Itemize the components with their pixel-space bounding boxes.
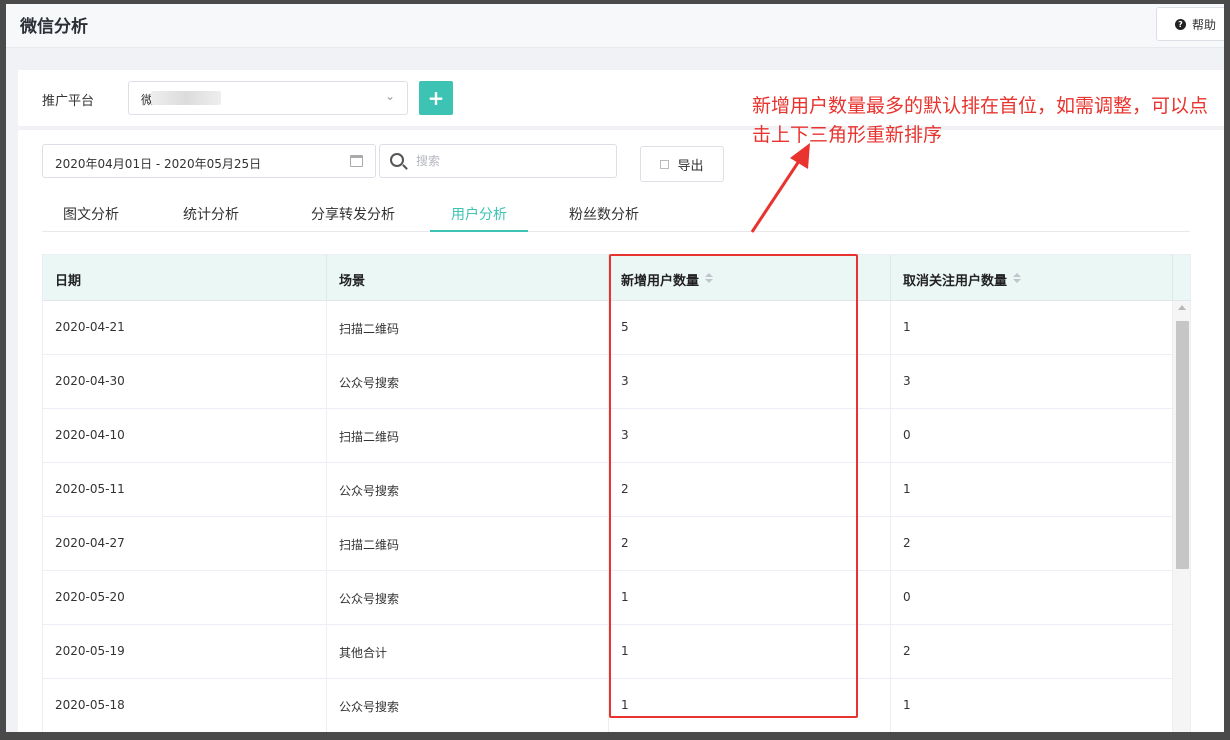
arrow-shaft	[750, 154, 805, 233]
annotation-text: 新增用户数量最多的默认排在首位，如需调整，可以点击上下三角形重新排序	[752, 95, 1209, 146]
